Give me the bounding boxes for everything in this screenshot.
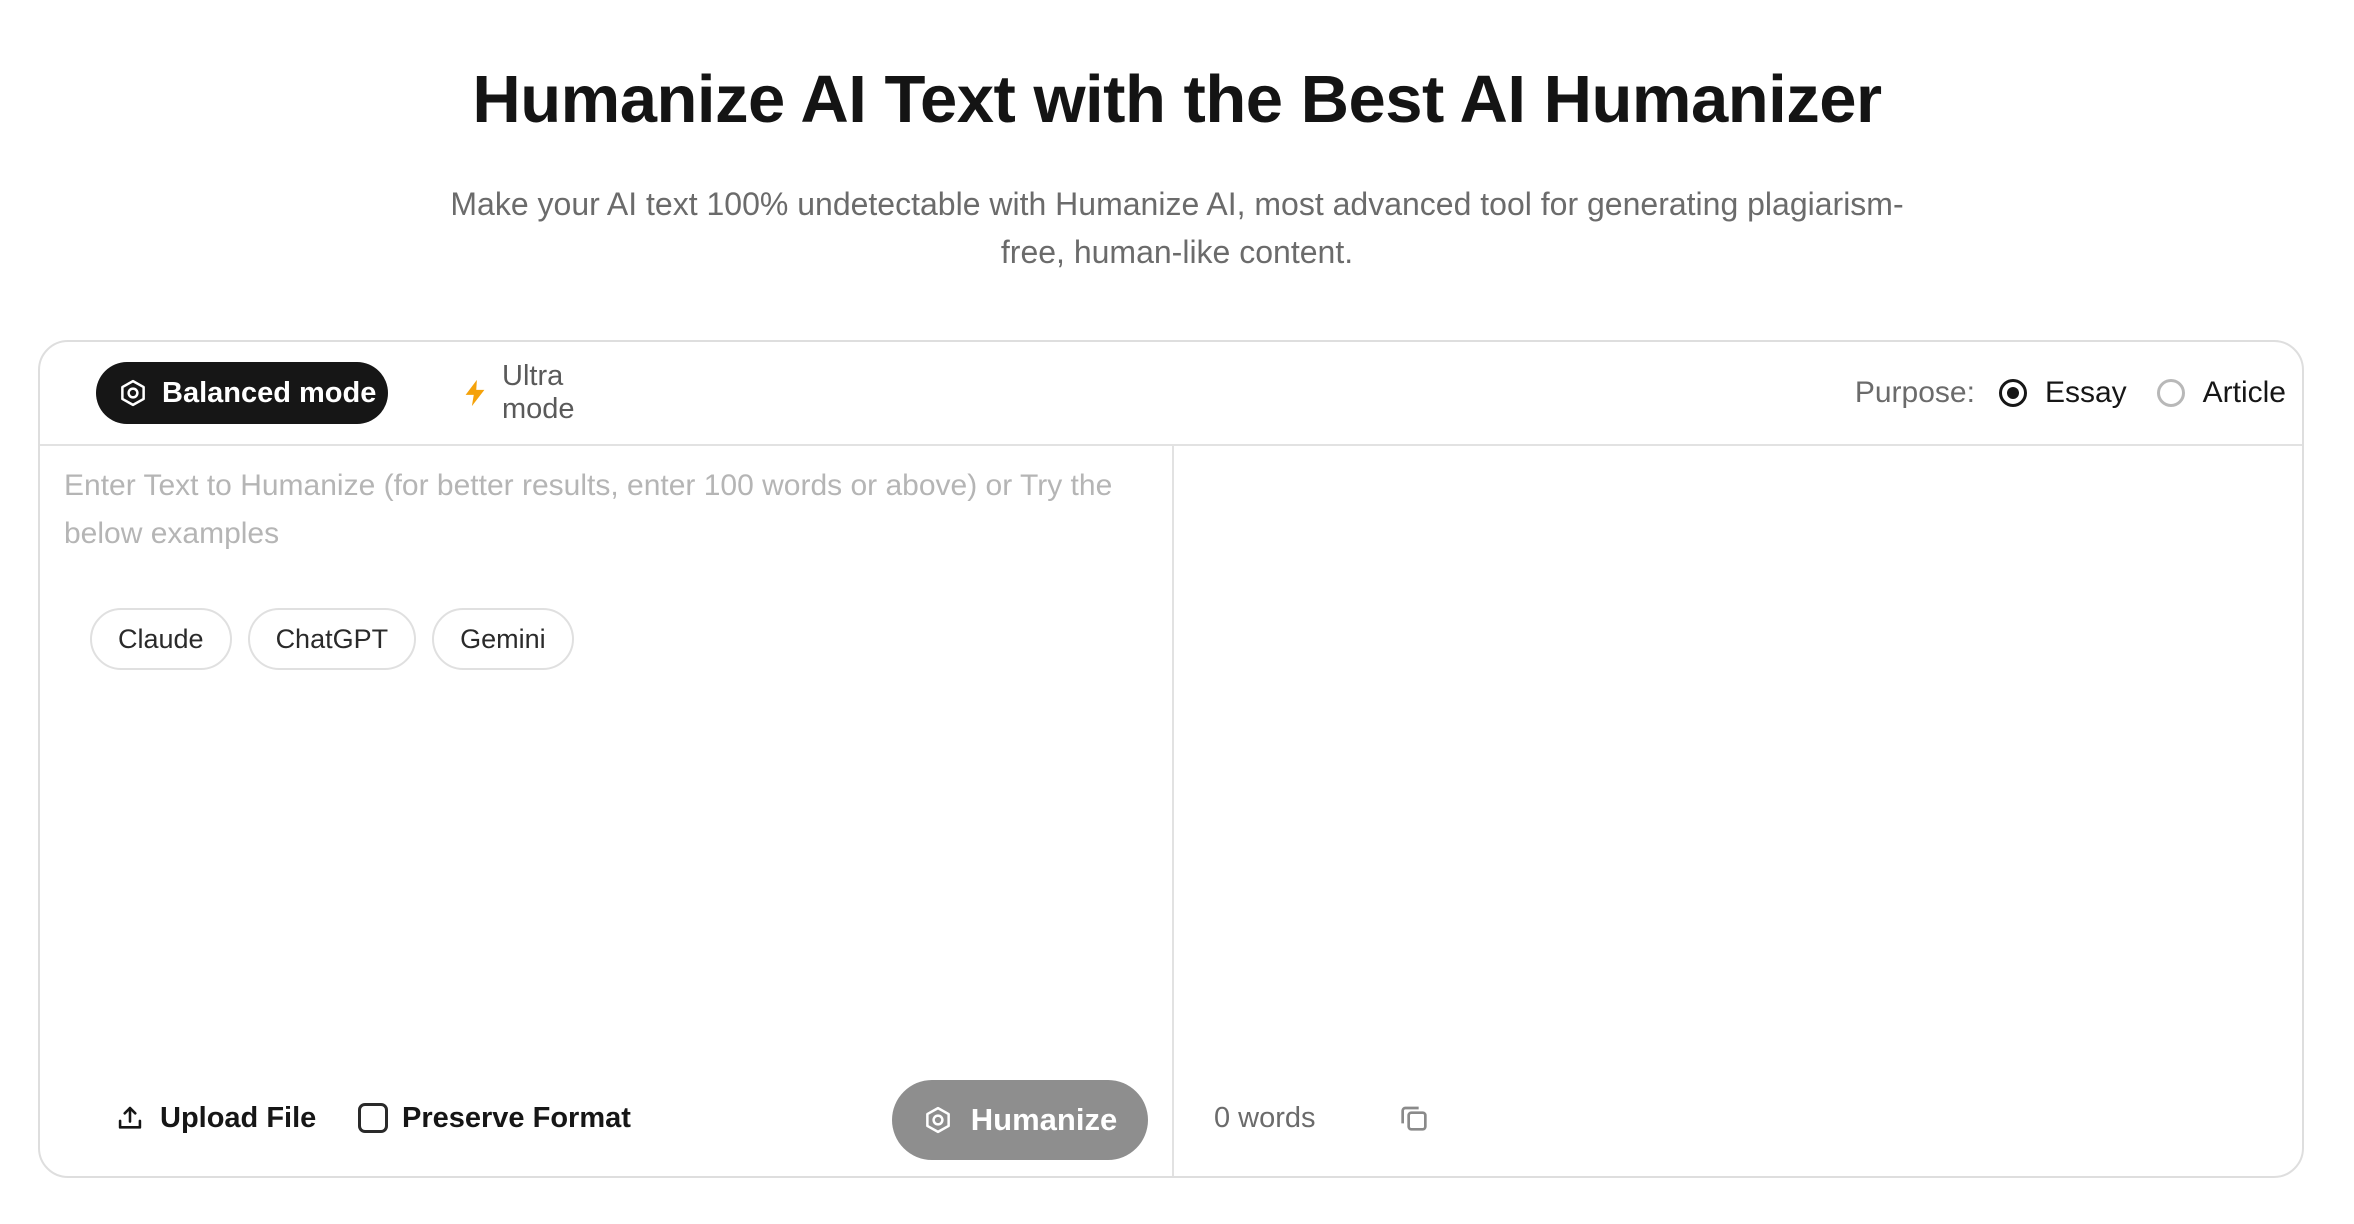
purpose-label: Purpose: — [1854, 376, 1975, 409]
example-chip-chatgpt[interactable]: ChatGPT — [247, 608, 417, 670]
word-count: 0 words — [1214, 1101, 1316, 1134]
balanced-mode-label: Balanced mode — [162, 376, 377, 409]
purpose-option-label: Essay — [2044, 376, 2127, 409]
example-chip-claude[interactable]: Claude — [90, 608, 232, 670]
upload-icon — [116, 1104, 144, 1132]
page-subtitle: Make your AI text 100% undetectable with… — [450, 186, 1904, 270]
example-chips: Claude ChatGPT Gemini — [90, 608, 590, 670]
purpose-option-label: Article — [2202, 376, 2286, 409]
output-pane: 0 words — [1174, 446, 2302, 1176]
output-text-area[interactable] — [1204, 462, 2272, 1022]
ultra-mode-button[interactable]: Ultra mode — [420, 360, 640, 425]
humanize-label: Humanize — [970, 1102, 1118, 1137]
purpose-option-article[interactable]: Article — [2156, 376, 2286, 410]
hexagon-mode-icon — [118, 378, 148, 408]
balanced-mode-button[interactable]: Balanced mode — [96, 362, 388, 424]
checkbox-icon — [358, 1103, 388, 1133]
humanizer-card: Balanced mode Ultra mode Purpose: Essay — [38, 340, 2304, 1178]
preserve-format-checkbox[interactable]: Preserve Format — [358, 1096, 631, 1140]
example-chip-gemini[interactable]: Gemini — [432, 608, 574, 670]
purpose-selector: Purpose: Essay Article — [1855, 362, 2286, 424]
humanize-button[interactable]: Humanize — [892, 1080, 1148, 1160]
lightning-icon — [460, 378, 490, 408]
input-footer: Upload File Preserve Format Humanize — [40, 1060, 1172, 1176]
upload-file-button[interactable]: Upload File — [116, 1096, 316, 1140]
page: Humanize AI Text with the Best AI Humani… — [0, 0, 2354, 1224]
preserve-format-label: Preserve Format — [402, 1101, 631, 1134]
mode-toolbar: Balanced mode Ultra mode Purpose: Essay — [40, 342, 2302, 446]
copy-button[interactable] — [1396, 1100, 1432, 1136]
ultra-mode-label: Ultra mode — [502, 360, 575, 425]
copy-icon — [1398, 1102, 1430, 1134]
purpose-option-essay[interactable]: Essay — [1998, 376, 2127, 410]
radio-checked-icon — [1998, 379, 2027, 407]
upload-file-label: Upload File — [160, 1101, 317, 1134]
page-title: Humanize AI Text with the Best AI Humani… — [472, 62, 1882, 137]
radio-unchecked-icon — [2156, 379, 2185, 407]
hexagon-mode-icon — [923, 1105, 953, 1135]
text-input[interactable] — [64, 462, 1134, 582]
output-footer: 0 words — [1174, 1060, 2302, 1176]
input-pane: Claude ChatGPT Gemini Upload File — [40, 446, 1174, 1176]
